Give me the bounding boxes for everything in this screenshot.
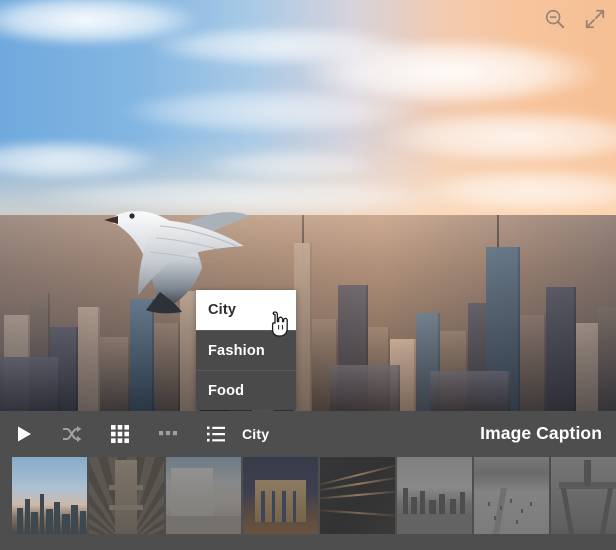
thumb-brandenburg[interactable] xyxy=(243,457,318,534)
cloud xyxy=(0,140,160,180)
thumbnail-list xyxy=(12,457,616,534)
dropdown-item-city[interactable]: City xyxy=(196,290,296,330)
shuffle-button[interactable] xyxy=(48,411,96,456)
image-caption: Image Caption xyxy=(480,423,602,443)
image-viewer: City Fashion Food City Image Caption xyxy=(0,0,616,550)
play-icon xyxy=(18,426,31,441)
ellipsis-icon xyxy=(159,430,177,435)
main-image[interactable] xyxy=(0,0,616,411)
dropdown-item-food[interactable]: Food xyxy=(196,370,296,410)
album-label[interactable]: City xyxy=(242,426,269,442)
viewer-top-controls xyxy=(544,8,606,30)
album-dropdown-menu[interactable]: City Fashion Food xyxy=(196,290,296,410)
cloud xyxy=(200,150,380,180)
thumb-plaza[interactable] xyxy=(474,457,549,534)
cityscape xyxy=(0,215,616,411)
grid-icon xyxy=(111,424,129,443)
list-icon xyxy=(207,426,225,441)
play-button[interactable] xyxy=(0,411,48,456)
grid-button[interactable] xyxy=(96,411,144,456)
thumb-waterfront[interactable] xyxy=(397,457,472,534)
cloud xyxy=(420,168,616,212)
dropdown-item-fashion[interactable]: Fashion xyxy=(196,330,296,370)
thumb-light-trails[interactable] xyxy=(320,457,395,534)
cloud xyxy=(120,88,420,134)
thumb-city-skyline[interactable] xyxy=(12,457,87,534)
fullscreen-icon[interactable] xyxy=(584,8,606,30)
thumb-tower[interactable] xyxy=(551,457,616,534)
shuffle-icon xyxy=(63,425,82,442)
list-button[interactable] xyxy=(192,411,240,456)
viewer-toolbar: City Image Caption xyxy=(0,411,616,456)
toolbar-controls: City xyxy=(0,411,269,456)
cloud xyxy=(380,110,616,164)
thumbnail-strip[interactable] xyxy=(0,456,616,550)
zoom-out-icon[interactable] xyxy=(544,8,566,30)
thumb-bridge[interactable] xyxy=(89,457,164,534)
more-button[interactable] xyxy=(144,411,192,456)
thumb-street[interactable] xyxy=(166,457,241,534)
